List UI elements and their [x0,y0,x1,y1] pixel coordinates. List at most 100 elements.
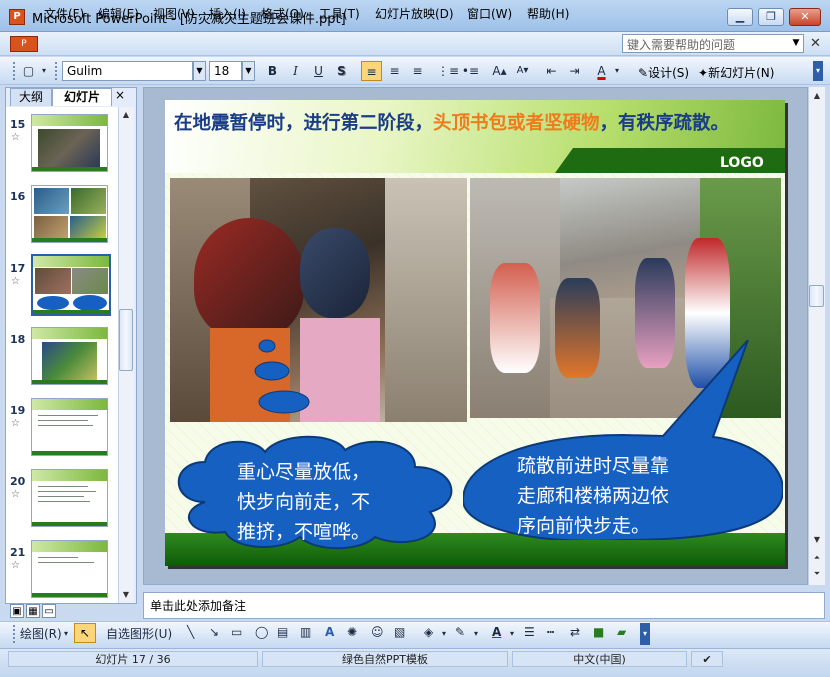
font-size-dropdown-icon[interactable]: ▼ [242,61,255,81]
bubble-left-line: 快步向前走，不 [237,491,371,513]
toolbar-grip[interactable] [13,625,16,643]
underline-button[interactable]: U [308,61,329,81]
line-style-icon[interactable]: ☰ [524,625,535,639]
spelling-icon[interactable]: ✔ [691,651,723,667]
shadow-style-icon[interactable]: ■ [593,625,604,639]
bold-button[interactable]: B [262,61,283,81]
numbering-icon[interactable]: ⋮≡ [437,61,459,81]
menu-slideshow[interactable]: 幻灯片放映(D) [375,5,454,22]
new-slide-icon: ✦ [698,66,709,80]
menu-file[interactable]: 文件(F) [44,5,84,22]
toolbar-options-icon[interactable]: ▾ [813,61,823,81]
font-color-icon[interactable]: A [591,61,612,81]
next-slide-icon[interactable]: ⏷ [809,566,825,582]
slide-title[interactable]: 在地震暂停时，进行第二阶段，头顶书包或者坚硬物，有秩序疏散。 [174,111,764,137]
3d-style-icon[interactable]: ▰ [617,625,626,639]
font-name-input[interactable]: Gulim [62,61,193,81]
autoshapes-menu[interactable]: 自选图形(U) [106,625,172,642]
close-button[interactable]: ✕ [789,8,821,26]
arrow-icon[interactable]: ↘ [209,625,219,639]
font-color-dropdown-icon[interactable]: ▾ [611,61,623,81]
slideshow-view-icon[interactable]: ▭ [42,604,56,618]
slide-thumbnail-20[interactable] [31,469,108,527]
normal-view-icon[interactable]: ▣ [10,604,24,618]
wordart-icon[interactable]: A [325,625,334,639]
shadow-button[interactable]: S [331,61,352,81]
document-icon[interactable]: P [10,36,38,52]
restore-button[interactable]: ❐ [758,8,784,26]
design-button[interactable]: ✎设计(S) [638,64,689,81]
font-dropdown-icon[interactable]: ▼ [193,61,206,81]
new-dropdown-icon[interactable]: ▾ [38,61,50,81]
bullets-icon[interactable]: •≡ [460,61,481,81]
evacuation-photo-left[interactable] [170,178,467,422]
toolbar-grip[interactable] [13,62,16,80]
help-dropdown-icon[interactable]: ▼ [789,35,803,52]
textbox-icon[interactable]: ▤ [277,625,288,639]
slide-thumbnail-15[interactable] [31,114,108,172]
rectangle-icon[interactable]: ▭ [231,625,242,639]
fill-color-icon[interactable]: ◈ [424,625,433,639]
slide-canvas[interactable]: 在地震暂停时，进行第二阶段，头顶书包或者坚硬物，有秩序疏散。 LOGO 重心尽量… [165,100,785,566]
menu-edit[interactable]: 编辑(E) [98,5,139,22]
diagram-icon[interactable]: ✺ [347,625,357,639]
dash-style-icon[interactable]: ┅ [547,625,554,639]
document-close-icon[interactable]: ✕ [810,36,821,51]
new-slide-button[interactable]: ✦新幻灯片(N) [698,64,774,81]
increase-font-icon[interactable]: A▴ [489,61,510,81]
menu-tools[interactable]: 工具(T) [319,5,360,22]
draw-menu[interactable]: 绘图(R) [20,625,62,642]
font-size-input[interactable]: 18 [209,61,242,81]
toolbar-options-icon[interactable]: ▾ [640,623,650,645]
oval-icon[interactable]: ◯ [255,625,268,639]
align-right-icon[interactable]: ≡ [407,61,428,81]
align-center-icon[interactable]: ≡ [384,61,405,81]
select-objects-icon[interactable]: ↖ [74,623,96,643]
slide-thumbnail-19[interactable] [31,398,108,456]
align-left-icon[interactable]: ≡ [361,61,382,81]
draw-dropdown-icon[interactable]: ▾ [64,629,68,638]
scroll-up-icon[interactable]: ▲ [118,107,134,123]
vertical-textbox-icon[interactable]: ▥ [300,625,311,639]
scroll-up-icon[interactable]: ▲ [809,88,825,104]
clipart-icon[interactable]: ☺ [371,625,384,639]
slide-thumbnail-21[interactable] [31,540,108,598]
fill-dropdown-icon[interactable]: ▾ [442,629,446,638]
title-highlight: 头顶书包或者坚硬物 [433,113,600,134]
menu-insert[interactable]: 插入(I) [209,5,246,22]
slide-thumbnail-17[interactable] [31,254,111,316]
scroll-thumb[interactable] [119,309,133,371]
menu-view[interactable]: 视图(V) [153,5,195,22]
slide-scrollbar[interactable] [808,87,825,585]
notes-pane[interactable]: 单击此处添加备注 [143,592,825,619]
increase-indent-icon[interactable]: ⇥ [564,61,585,81]
italic-button[interactable]: I [285,61,306,81]
panel-close-icon[interactable]: × [115,88,125,102]
slide-thumbnail-18[interactable] [31,327,108,385]
previous-slide-icon[interactable]: ⏶ [809,550,825,566]
menu-format[interactable]: 格式(O) [261,5,304,22]
menu-help[interactable]: 帮助(H) [527,5,569,22]
font-color-dropdown-icon[interactable]: ▾ [510,629,514,638]
arrow-style-icon[interactable]: ⇄ [570,625,580,639]
decrease-font-icon[interactable]: A▾ [512,61,533,81]
picture-icon[interactable]: ▧ [394,625,405,639]
tab-outline[interactable]: 大纲 [10,88,52,106]
draw-font-color-icon[interactable]: A [492,625,501,639]
new-document-icon[interactable]: ▢ [18,61,39,81]
line-color-dropdown-icon[interactable]: ▾ [474,629,478,638]
minimize-button[interactable]: ▁ [727,8,753,26]
scroll-down-icon[interactable]: ▼ [118,587,134,603]
line-color-icon[interactable]: ✎ [455,625,465,639]
decrease-indent-icon[interactable]: ⇤ [541,61,562,81]
slide-thumbnail-16[interactable] [31,185,108,243]
new-slide-label: 新幻灯片(N) [708,66,775,80]
line-icon[interactable]: ╲ [187,625,194,639]
tab-slides[interactable]: 幻灯片 [52,88,112,106]
slide-sorter-icon[interactable]: ▦ [26,604,40,618]
menu-window[interactable]: 窗口(W) [467,5,512,22]
scroll-thumb[interactable] [809,285,824,307]
scroll-down-icon[interactable]: ▼ [809,532,825,548]
help-search-input[interactable]: 键入需要帮助的问题 [622,34,804,53]
toolbar-grip[interactable] [55,62,58,80]
